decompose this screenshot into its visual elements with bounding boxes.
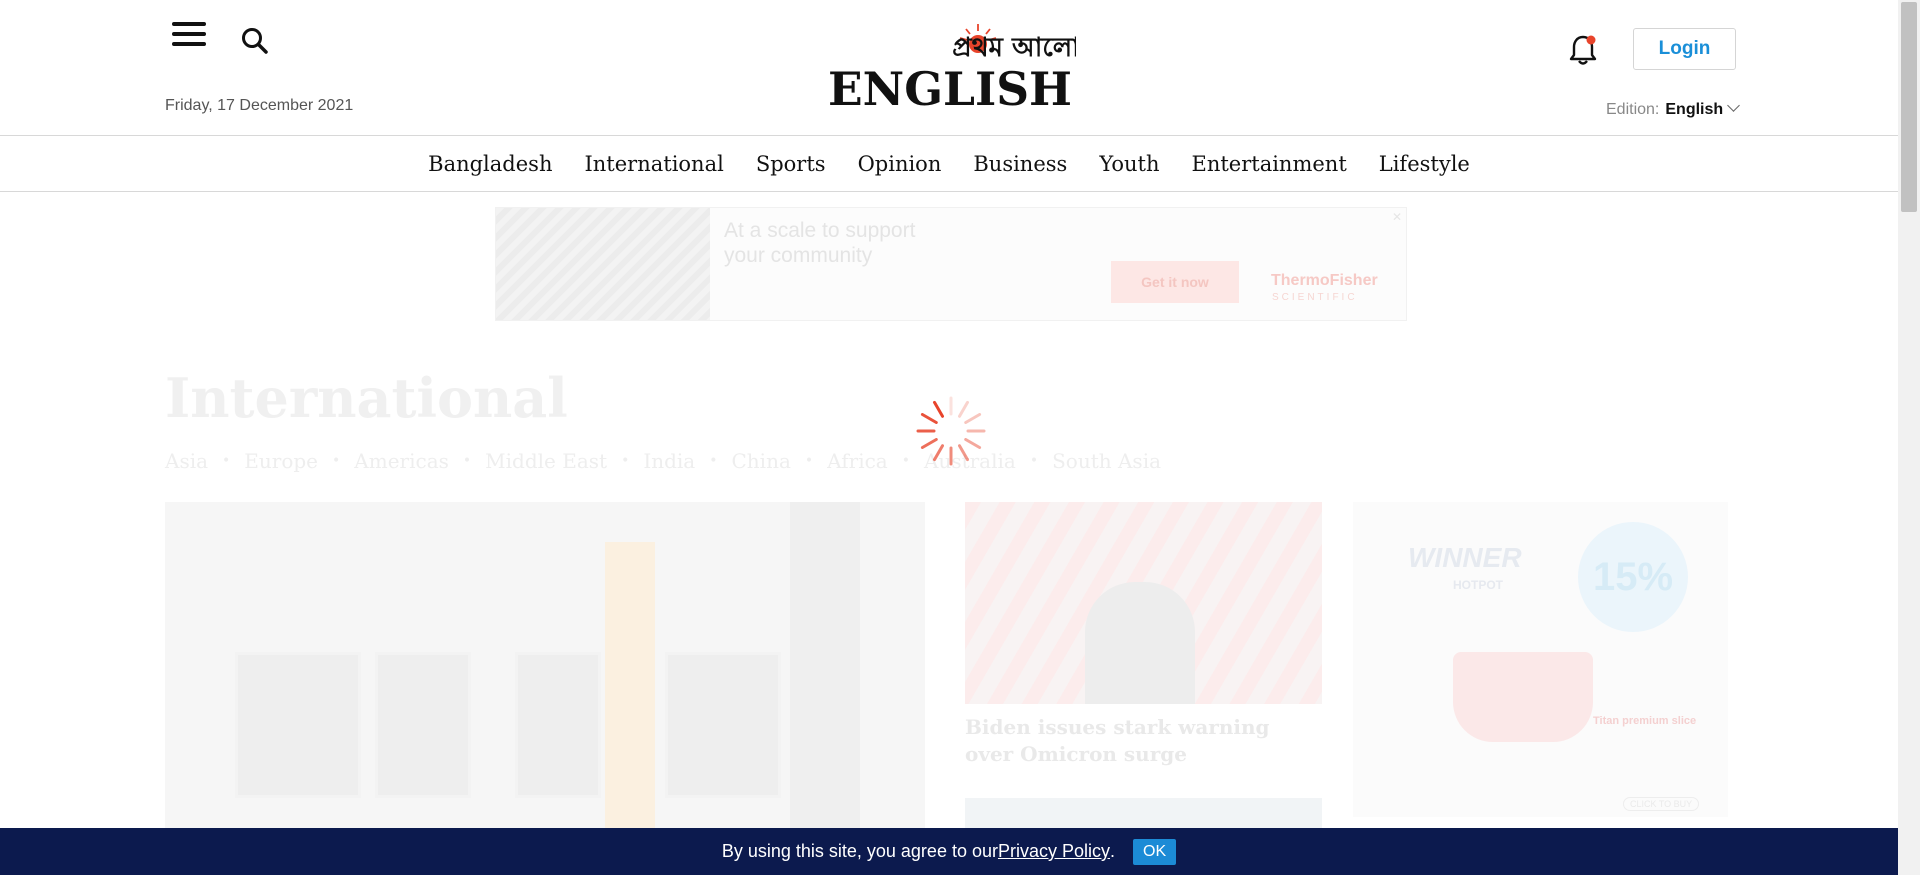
spinner-tick [958,444,969,462]
lead-story-image[interactable] [165,502,925,875]
side-ad[interactable]: WINNER HOTPOT 15% Titan premium slice CL… [1353,502,1728,817]
loading-spinner-icon [913,393,989,469]
ad-brand: ThermoFisher [1271,272,1378,289]
cookie-ok-button[interactable]: OK [1133,838,1177,865]
spinner-tick [958,400,969,418]
subnav-item-europe[interactable]: Europe [244,449,318,473]
notification-bell-icon[interactable] [1568,33,1598,67]
ad-headline: At a scale to support your community [724,219,916,267]
ad-close-icon[interactable]: ✕ [1392,210,1402,224]
main-nav: Bangladesh International Sports Opinion … [0,136,1898,192]
side-ad-discount-badge: 15% [1578,522,1688,632]
nav-item-international[interactable]: International [584,152,723,176]
ad-brand-sub: SCIENTIFIC [1272,292,1358,303]
svg-text:ENGLISH: ENGLISH [828,62,1072,113]
nav-item-sports[interactable]: Sports [756,152,826,176]
subnav-item-middle-east[interactable]: Middle East [485,449,607,473]
nav-item-entertainment[interactable]: Entertainment [1192,152,1347,176]
nav-item-lifestyle[interactable]: Lifestyle [1379,152,1470,176]
spinner-tick [964,413,982,424]
edition-label: Edition: [1606,101,1660,118]
spinner-tick [920,413,938,424]
subnav-item-africa[interactable]: Africa [827,449,888,473]
chevron-down-icon [1727,99,1741,112]
subnav-item-china[interactable]: China [732,449,791,473]
svg-text:প্রথম আলো: প্রথম আলো [952,33,1076,63]
top-ad-banner[interactable]: At a scale to support your community Get… [495,207,1407,321]
subnav-item-south-asia[interactable]: South Asia [1052,449,1161,473]
hamburger-menu-icon[interactable] [172,22,206,52]
spinner-tick [920,438,938,449]
page-scrollbar[interactable] [1898,0,1920,875]
subnav-item-asia[interactable]: Asia [165,449,208,473]
edition-selector[interactable]: Edition: English [1606,99,1741,119]
edition-value[interactable]: English [1665,101,1723,118]
section-title: International [165,366,568,430]
subnav-item-americas[interactable]: Americas [354,449,449,473]
spinner-tick [933,444,944,462]
section-subnav: Asia • Europe • Americas • Middle East • Ind… [165,449,1162,473]
nav-item-bangladesh[interactable]: Bangladesh [428,152,552,176]
subnav-item-india[interactable]: India [643,449,695,473]
story-image[interactable] [965,502,1322,704]
spinner-tick [964,438,982,449]
side-ad-brand: WINNER [1408,542,1522,573]
side-ad-sub: HOTPOT [1453,578,1503,592]
ad-image [496,208,710,320]
cookie-text-suffix: . [1110,841,1116,861]
scrollbar-thumb[interactable] [1901,2,1917,212]
site-header: Friday, 17 December 2021 প্রথম আলো ENGLI… [0,0,1898,136]
story-headline[interactable]: Biden issues stark warning over Omicron … [965,714,1322,768]
privacy-policy-link[interactable]: Privacy Policy [998,841,1110,862]
hotpot-image [1453,652,1593,742]
spinner-tick [933,400,944,418]
cookie-text: By using this site, you agree to our [721,841,998,861]
search-icon[interactable] [240,26,270,56]
nav-item-opinion[interactable]: Opinion [858,152,942,176]
site-logo[interactable]: প্রথম আলো ENGLISH [826,18,1081,116]
ad-cta-button[interactable]: Get it now [1111,261,1239,303]
nav-item-business[interactable]: Business [973,152,1067,176]
page-content-loading: At a scale to support your community Get… [0,192,1898,875]
cookie-consent-bar: By using this site, you agree to our Pri… [0,828,1898,875]
side-ad-tag: Titan premium slice [1593,715,1697,727]
current-date: Friday, 17 December 2021 [165,97,354,114]
side-ad-cta[interactable]: CLICK TO BUY [1623,797,1700,811]
login-button[interactable]: Login [1633,28,1736,70]
nav-item-youth[interactable]: Youth [1099,152,1159,176]
